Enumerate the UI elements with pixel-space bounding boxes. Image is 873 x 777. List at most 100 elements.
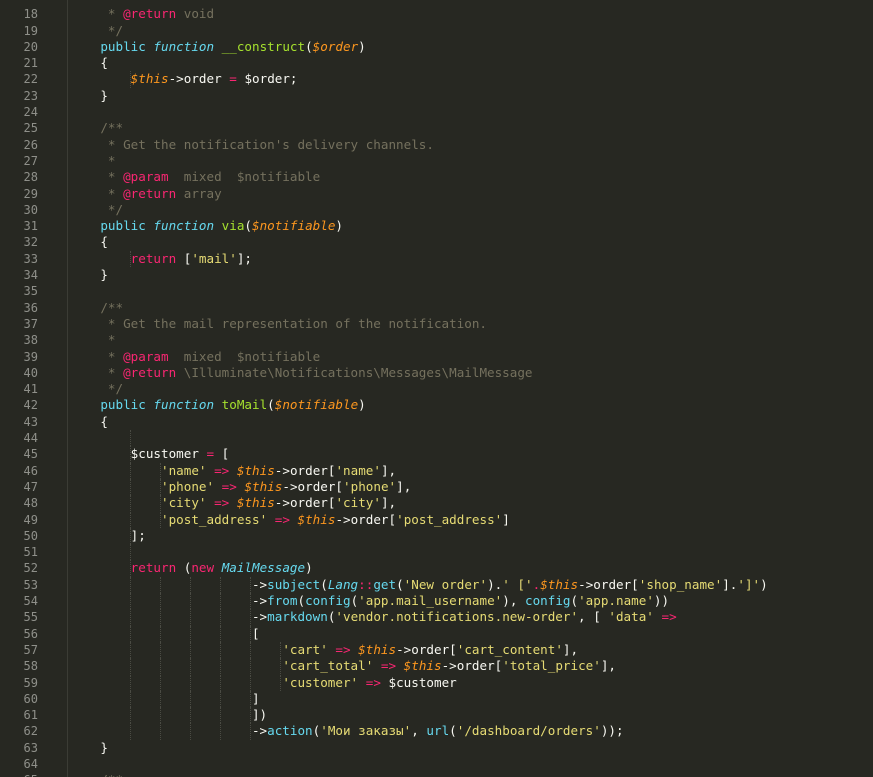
code-line[interactable]: 60 ] xyxy=(0,690,873,708)
line-number: 45 xyxy=(23,447,38,462)
code-text: public function toMail($notifiable) xyxy=(70,397,366,413)
code-line[interactable]: 25 /** xyxy=(0,120,873,136)
code-text: { xyxy=(70,414,108,430)
code-line[interactable]: 38 * xyxy=(0,332,873,348)
code-token: => xyxy=(365,674,381,690)
code-line[interactable]: 53 ->subject(Lang::get('New order').' ['… xyxy=(0,576,873,593)
code-line[interactable]: 28 * @param mixed $notifiable xyxy=(0,169,873,185)
code-line[interactable]: 20 public function __construct($order) xyxy=(0,39,873,55)
code-token: ->order[ xyxy=(282,478,344,494)
code-text: public function __construct($order) xyxy=(70,38,366,55)
line-number: 48 xyxy=(23,496,38,511)
code-line[interactable]: 22 $this->order = $order; xyxy=(0,71,873,88)
code-token: => xyxy=(335,641,351,657)
code-line[interactable]: 26 * Get the notification's delivery cha… xyxy=(0,137,873,153)
code-token: void xyxy=(176,6,215,22)
code-line[interactable]: 51 xyxy=(0,544,873,561)
code-text: } xyxy=(70,740,108,756)
code-line[interactable]: 59 'customer' => $customer xyxy=(0,674,873,691)
code-token: 'phone' xyxy=(343,478,397,494)
code-token: } xyxy=(70,267,108,282)
code-token: mixed $notifiable xyxy=(168,169,321,185)
code-token: 'data' xyxy=(608,609,654,625)
code-line[interactable]: 46 'name' => $this->order['name'], xyxy=(0,462,873,479)
code-token: [ xyxy=(176,250,192,266)
code-token: ->order[ xyxy=(335,511,397,527)
code-line[interactable]: 32 { xyxy=(0,234,873,250)
code-line[interactable]: 55 ->markdown('vendor.notifications.new-… xyxy=(0,609,873,626)
code-line[interactable]: 39 * @param mixed $notifiable xyxy=(0,349,873,365)
code-token: ->order xyxy=(168,71,230,87)
code-editor[interactable]: 18 * @return void 19 */20 public function… xyxy=(0,0,873,777)
code-text: ] xyxy=(70,691,260,707)
code-token: function xyxy=(153,218,215,234)
code-line[interactable]: 63 } xyxy=(0,740,873,756)
code-token: $this xyxy=(358,641,397,657)
line-number: 57 xyxy=(23,642,38,657)
code-token: ']' xyxy=(737,576,761,592)
code-line[interactable]: 44 xyxy=(0,430,873,447)
code-line[interactable]: 50 ]; xyxy=(0,527,873,545)
code-token: * xyxy=(70,332,116,348)
code-line[interactable]: 21 { xyxy=(0,55,873,71)
code-line[interactable]: 47 'phone' => $this->order['phone'], xyxy=(0,478,873,496)
code-line[interactable]: 61 ]) xyxy=(0,707,873,724)
line-number: 28 xyxy=(23,170,38,185)
code-line[interactable]: 49 'post_address' => $this->order['post_… xyxy=(0,511,873,528)
code-token: 'vendor.notifications.new-order' xyxy=(335,609,579,625)
code-line[interactable]: 40 * @return \Illuminate\Notifications\M… xyxy=(0,365,873,381)
code-line[interactable]: 31 public function via($notifiable) xyxy=(0,218,873,234)
code-token: * xyxy=(70,185,124,201)
code-line[interactable]: 19 */ xyxy=(0,23,873,39)
code-text: * @param mixed $notifiable xyxy=(70,349,320,365)
code-line[interactable]: 27 * xyxy=(0,153,873,169)
code-line[interactable]: 33 return ['mail']; xyxy=(0,250,873,267)
code-token: 'cart' xyxy=(282,641,328,657)
code-line[interactable]: 29 * @return array xyxy=(0,186,873,202)
code-line[interactable]: 37 * Get the mail representation of the … xyxy=(0,316,873,332)
code-line[interactable]: 56 [ xyxy=(0,625,873,642)
code-line[interactable]: 45 $customer = [ xyxy=(0,446,873,463)
code-line[interactable]: 36 /** xyxy=(0,300,873,316)
code-token: new xyxy=(191,560,215,576)
code-line[interactable]: 30 */ xyxy=(0,202,873,218)
code-token: mixed $notifiable xyxy=(168,348,321,364)
code-line[interactable]: 65 /** xyxy=(0,772,873,777)
code-line[interactable]: 62 ->action('Мои заказы', url('/dashboar… xyxy=(0,723,873,740)
code-line[interactable]: 41 */ xyxy=(0,381,873,397)
line-number: 53 xyxy=(23,577,38,592)
code-text: ->from(config('app.mail_username'), conf… xyxy=(70,593,669,609)
code-token: ) xyxy=(358,397,366,413)
code-line[interactable]: 52 return (new MailMessage) xyxy=(0,560,873,577)
code-token: ->order[ xyxy=(441,658,503,674)
code-line[interactable]: 23 } xyxy=(0,88,873,104)
code-line[interactable]: 34 } xyxy=(0,267,873,283)
code-text: * Get the mail representation of the not… xyxy=(70,316,487,332)
code-token: ) xyxy=(358,38,366,54)
code-token: { xyxy=(70,413,108,429)
code-line[interactable]: 54 ->from(config('app.mail_username'), c… xyxy=(0,593,873,610)
code-line[interactable]: 48 'city' => $this->order['city'], xyxy=(0,495,873,512)
code-line[interactable]: 57 'cart' => $this->order['cart_content'… xyxy=(0,641,873,659)
line-number: 21 xyxy=(23,56,38,71)
line-number: 61 xyxy=(23,708,38,723)
code-token: => xyxy=(661,609,677,625)
code-line[interactable]: 42 public function toMail($notifiable) xyxy=(0,397,873,413)
code-line[interactable]: 58 'cart_total' => $this->order['total_p… xyxy=(0,658,873,675)
code-line[interactable]: 24 xyxy=(0,104,873,120)
code-line[interactable]: 64 xyxy=(0,756,873,772)
code-token: Lang xyxy=(327,576,359,592)
code-token: via xyxy=(221,218,245,234)
code-token: { xyxy=(70,55,108,71)
code-text: return ['mail']; xyxy=(70,251,252,267)
code-line[interactable]: 43 { xyxy=(0,414,873,430)
code-line[interactable]: 18 * @return void xyxy=(0,6,873,22)
code-token: subject xyxy=(267,576,321,592)
code-line[interactable]: 35 xyxy=(0,283,873,299)
code-token: MailMessage xyxy=(221,560,306,576)
